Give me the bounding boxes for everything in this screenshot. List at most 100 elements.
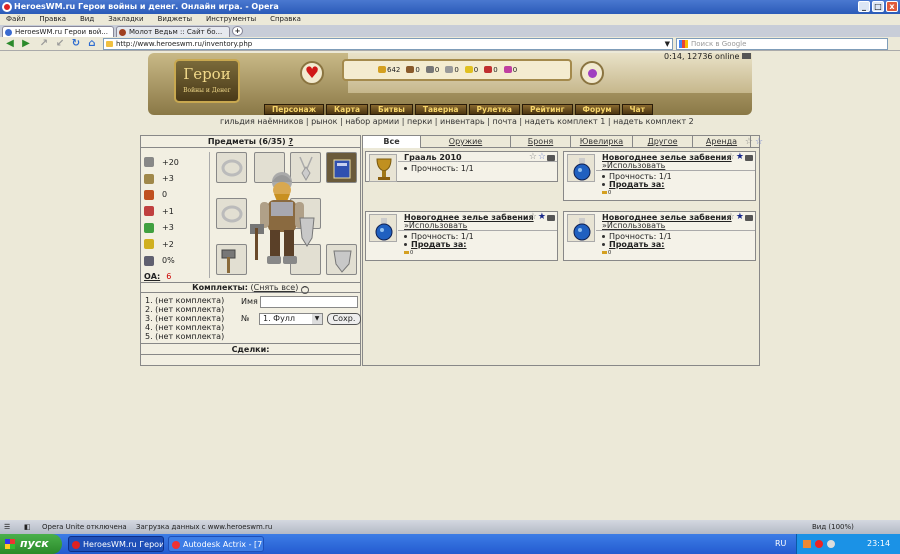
search-input[interactable]: Поиск в Google [676, 38, 888, 50]
item-image[interactable] [567, 154, 595, 182]
star-outline-icon[interactable]: ☆ [745, 137, 753, 147]
spellbook-slot[interactable] [326, 152, 357, 183]
tab-weapons[interactable]: Оружие [421, 136, 511, 148]
shield-slot[interactable] [326, 244, 357, 275]
link-mercenaries[interactable]: гильдия наёмников [220, 117, 303, 126]
case-icon[interactable] [745, 154, 753, 161]
reload-icon[interactable]: ↻ [70, 38, 82, 50]
star-icon[interactable]: ★ [736, 153, 744, 162]
menu-edit[interactable]: Правка [39, 14, 66, 25]
case-icon[interactable] [547, 154, 555, 161]
case-icon[interactable] [547, 214, 555, 221]
mana-icon[interactable] [580, 61, 604, 85]
mail-icon[interactable] [742, 53, 752, 59]
forward-icon[interactable]: ▶ [20, 38, 32, 50]
browser-tab-heroes[interactable]: HeroesWM.ru Герои вой... [2, 26, 114, 37]
item-image[interactable] [567, 214, 595, 242]
menu-file[interactable]: Файл [6, 14, 25, 25]
unite-status[interactable]: Opera Unite отключена [42, 520, 127, 534]
health-icon[interactable]: ♥ [300, 61, 324, 85]
star-outline-icon[interactable]: ☆ [727, 213, 735, 222]
link-wear-kit-2[interactable]: надеть комплект 2 [613, 117, 694, 126]
collapse-icon[interactable]: ^ [300, 286, 309, 294]
close-button[interactable]: x [886, 1, 898, 12]
kit-item[interactable]: 3. (нет комплекта) [145, 314, 245, 323]
tray-volume-icon[interactable] [827, 540, 835, 548]
item-image[interactable] [369, 214, 397, 242]
nav-map[interactable]: Карта [326, 104, 369, 115]
oa-label[interactable]: ОА: [144, 272, 160, 281]
language-indicator[interactable]: RU [775, 534, 786, 554]
star-outline-icon[interactable]: ☆ [727, 153, 735, 162]
ring-slot[interactable] [216, 152, 247, 183]
browser-tab-molot[interactable]: Молот Ведьм :: Сайт бо... [116, 26, 230, 37]
kit-item[interactable]: 1. (нет комплекта) [145, 296, 245, 305]
tray-opera-icon[interactable] [815, 540, 823, 548]
tab-jewelry[interactable]: Ювелирка [571, 136, 633, 148]
sell-link[interactable]: Продать за: [602, 180, 665, 189]
nav-rating[interactable]: Рейтинг [521, 104, 573, 115]
remove-all-link[interactable]: Снять все [254, 283, 296, 292]
use-link[interactable]: »Использовать [404, 221, 467, 230]
star-icon[interactable]: ☆ [755, 137, 763, 147]
tab-all[interactable]: Все [363, 136, 421, 148]
task-opera[interactable]: HeroesWM.ru Герои ... [68, 536, 164, 552]
star-outline-icon[interactable]: ☆ [529, 213, 537, 222]
fast-forward-icon[interactable]: ↗ [38, 38, 50, 50]
nav-character[interactable]: Персонаж [264, 104, 325, 115]
nav-chat[interactable]: Чат [621, 104, 653, 115]
menu-tools[interactable]: Инструменты [206, 14, 256, 25]
zoom-control[interactable]: Вид (100%) [812, 520, 854, 534]
tray-app-icon[interactable] [803, 540, 811, 548]
chevron-down-icon[interactable]: ▼ [665, 39, 670, 49]
menu-view[interactable]: Вид [80, 14, 94, 25]
nav-tavern[interactable]: Таверна [414, 104, 467, 115]
kit-item[interactable]: 2. (нет комплекта) [145, 305, 245, 314]
menu-widgets[interactable]: Виджеты [158, 14, 192, 25]
home-icon[interactable]: ⌂ [86, 38, 98, 50]
link-wear-kit-1[interactable]: надеть комплект 1 [525, 117, 606, 126]
save-kit-button[interactable]: Сохр. [327, 313, 361, 325]
menu-help[interactable]: Справка [270, 14, 301, 25]
link-market[interactable]: рынок [311, 117, 337, 126]
item-image[interactable] [369, 154, 397, 182]
panels-icon[interactable]: ☰ [4, 520, 10, 534]
tab-rent[interactable]: Аренда [693, 136, 751, 148]
game-logo[interactable]: Герои Войны и Денег [174, 59, 240, 103]
nav-roulette[interactable]: Рулетка [468, 104, 520, 115]
chevron-down-icon[interactable]: ▼ [312, 314, 322, 324]
link-inventory[interactable]: инвентарь [440, 117, 485, 126]
hero-figure[interactable] [248, 168, 316, 274]
kit-number-select[interactable]: 1. Фулл ▼ [259, 313, 323, 325]
menu-bookmarks[interactable]: Закладки [108, 14, 143, 25]
address-input[interactable]: http://www.heroeswm.ru/inventory.php ▼ [103, 38, 673, 50]
link-recruit[interactable]: набор армии [345, 117, 399, 126]
use-link[interactable]: »Использовать [602, 221, 665, 230]
use-link[interactable]: »Использовать [602, 161, 665, 170]
minimize-button[interactable]: _ [858, 1, 870, 12]
back-icon[interactable]: ◀ [4, 38, 16, 50]
star-icon[interactable]: ★ [736, 213, 744, 222]
new-tab-button[interactable]: + [232, 26, 243, 36]
weapon-slot[interactable] [216, 244, 247, 275]
nav-battles[interactable]: Битвы [370, 104, 413, 115]
nav-forum[interactable]: Форум [574, 104, 620, 115]
sell-link[interactable]: Продать за: [602, 240, 665, 249]
sell-link[interactable]: Продать за: [404, 240, 467, 249]
kit-item[interactable]: 5. (нет комплекта) [145, 332, 245, 341]
help-link[interactable]: ? [289, 137, 294, 146]
kit-name-input[interactable] [260, 296, 358, 308]
unite-icon[interactable]: ◧ [24, 520, 31, 534]
star-icon[interactable]: ★ [538, 213, 546, 222]
maximize-button[interactable]: □ [872, 1, 884, 12]
kit-item[interactable]: 4. (нет комплекта) [145, 323, 245, 332]
case-icon[interactable] [745, 214, 753, 221]
rewind-icon[interactable]: ↙ [54, 38, 66, 50]
link-perks[interactable]: перки [407, 117, 432, 126]
start-button[interactable]: пуск [0, 534, 62, 554]
link-mail[interactable]: почта [492, 117, 516, 126]
ring2-slot[interactable] [216, 198, 247, 229]
task-actrix[interactable]: Autodesk Actrix - [7.... [168, 536, 264, 552]
tab-other[interactable]: Другое [633, 136, 693, 148]
tab-armor[interactable]: Броня [511, 136, 571, 148]
